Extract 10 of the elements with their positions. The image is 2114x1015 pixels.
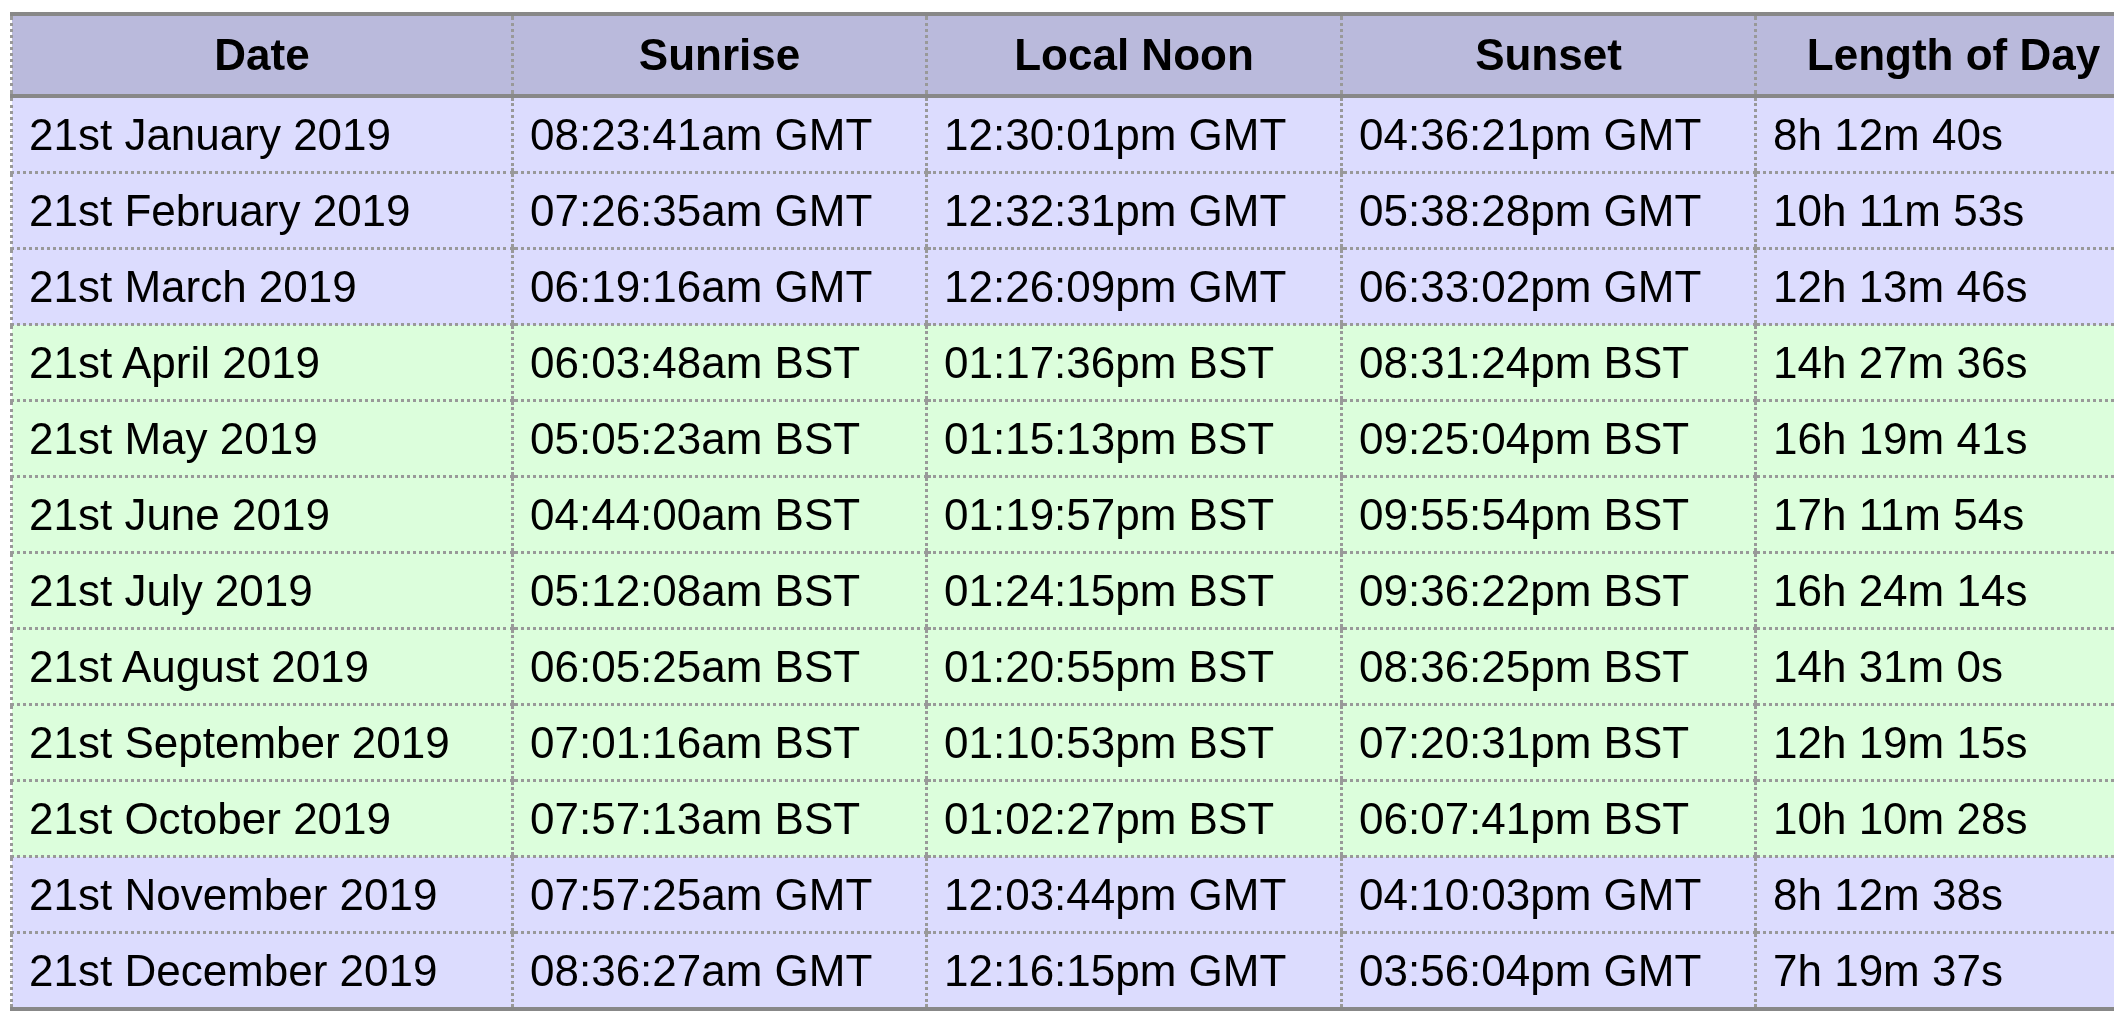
- table-cell: 21st December 2019: [11, 932, 513, 1009]
- column-header: Sunset: [1341, 14, 1756, 96]
- column-header: Sunrise: [512, 14, 927, 96]
- column-header: Local Noon: [926, 14, 1342, 96]
- table-cell: 7h 19m 37s: [1755, 932, 2114, 1009]
- table-cell: 08:36:27am GMT: [512, 932, 927, 1009]
- column-header: Length of Day: [1755, 14, 2114, 96]
- table-cell: 12:16:15pm GMT: [926, 932, 1342, 1009]
- table-cell: 03:56:04pm GMT: [1341, 932, 1756, 1009]
- column-header: Date: [11, 14, 513, 96]
